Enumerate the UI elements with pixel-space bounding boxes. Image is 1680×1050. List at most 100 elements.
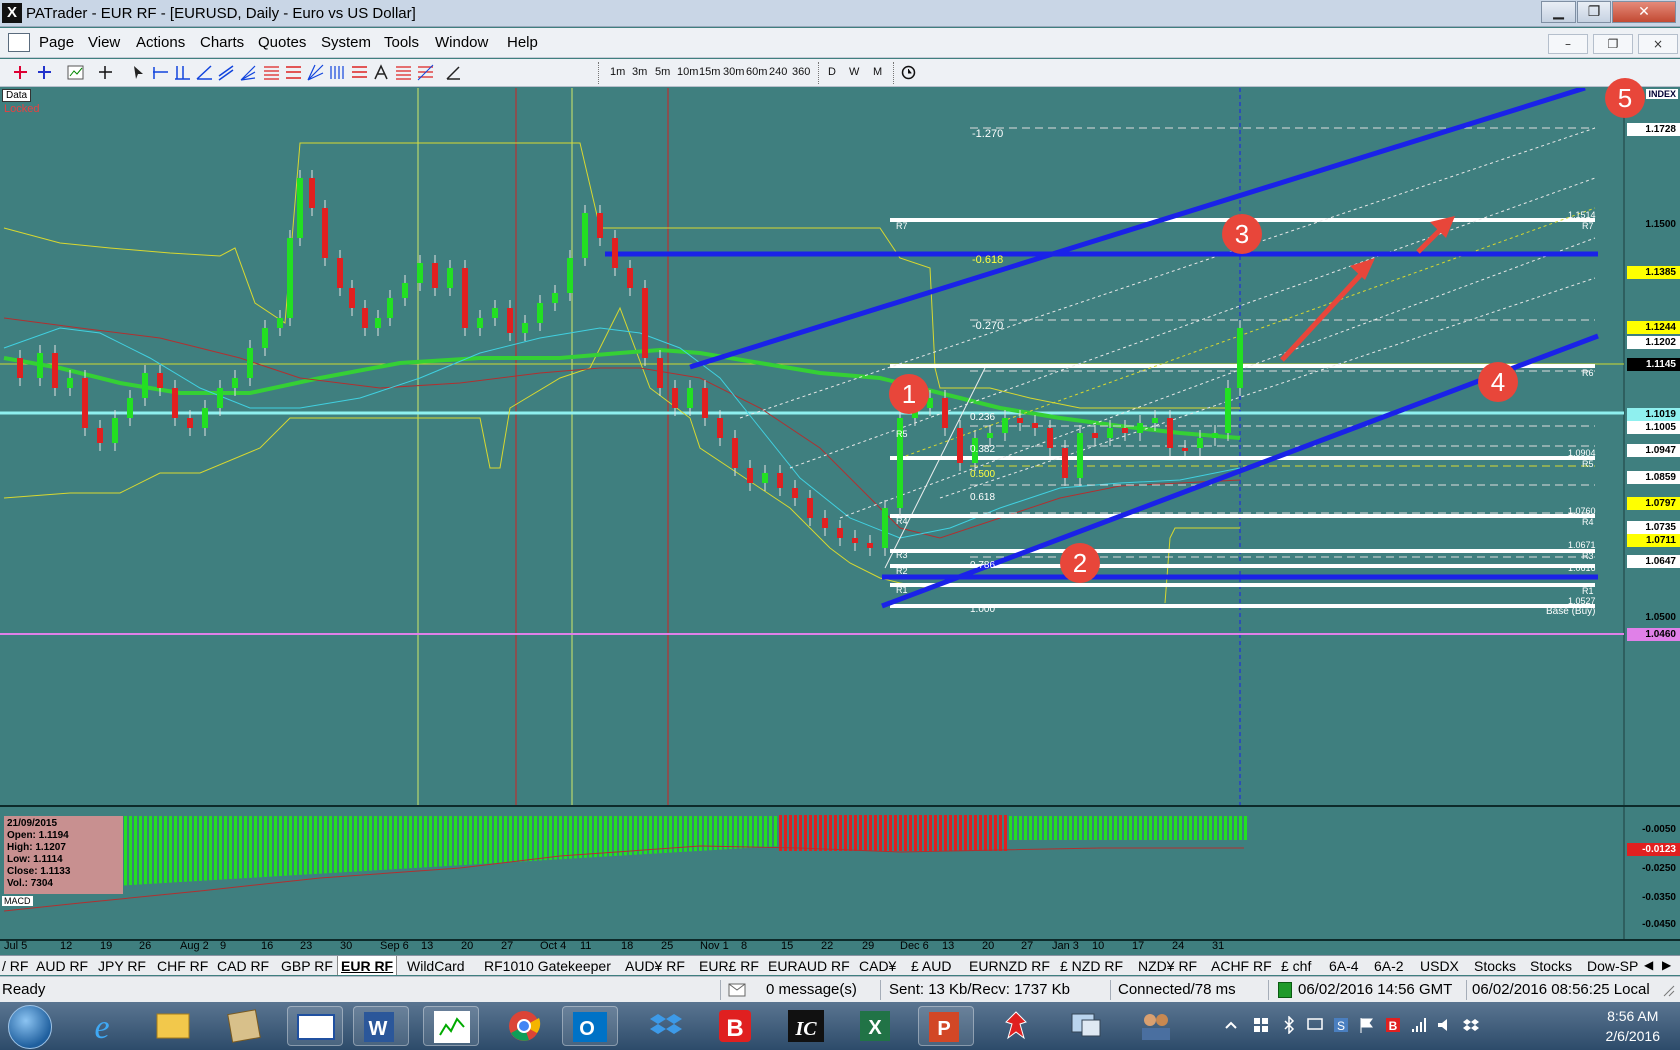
tab-usdx[interactable]: USDX: [1420, 958, 1459, 974]
tab-cad-rf[interactable]: CAD RF: [217, 958, 269, 974]
fib-retracement-icon[interactable]: [285, 64, 302, 81]
mdi-restore-button[interactable]: ❐: [1593, 34, 1633, 54]
flag-icon[interactable]: [1358, 1016, 1376, 1034]
tab-wildcard[interactable]: WildCard: [407, 958, 465, 974]
users-app-icon[interactable]: [1128, 1006, 1184, 1046]
timeframe-60m[interactable]: 60m: [746, 66, 767, 78]
pencil-icon[interactable]: [445, 64, 462, 81]
file-explorer-icon[interactable]: [145, 1006, 201, 1046]
tab-6a-2[interactable]: 6A-2: [1374, 958, 1404, 974]
mdi-close-button[interactable]: ×: [1638, 34, 1678, 54]
tab-jpy-rf[interactable]: JPY RF: [98, 958, 146, 974]
start-button[interactable]: [8, 1005, 52, 1049]
network-signal-icon[interactable]: [1410, 1016, 1428, 1034]
bluetooth-icon[interactable]: [1280, 1016, 1298, 1034]
menu-quotes[interactable]: Quotes: [258, 34, 306, 51]
tab-gbpaud[interactable]: £ AUD: [911, 958, 951, 974]
tab-chf-rf[interactable]: CHF RF: [157, 958, 208, 974]
patrader-taskbar-icon[interactable]: [423, 1006, 479, 1046]
close-button[interactable]: ✕: [1612, 1, 1676, 23]
calendar-app-icon[interactable]: [216, 1006, 272, 1046]
trendline-icon[interactable]: [196, 64, 213, 81]
tabs-scroll-left-icon[interactable]: ◀: [1644, 958, 1653, 972]
minimize-button[interactable]: ▁: [1541, 1, 1576, 23]
chrome-icon[interactable]: [496, 1006, 552, 1046]
tab-dow-sp[interactable]: Dow-SP: [1587, 958, 1638, 974]
menu-window[interactable]: Window: [435, 34, 488, 51]
pointer-icon[interactable]: [130, 64, 147, 81]
outlook-icon[interactable]: O: [562, 1006, 618, 1046]
chart-type-icon[interactable]: [67, 64, 84, 81]
menu-page[interactable]: Page: [39, 34, 74, 51]
timeframe-5m[interactable]: 5m: [655, 66, 670, 78]
tab-nzdjpy-rf[interactable]: NZD¥ RF: [1138, 958, 1197, 974]
levels-icon[interactable]: [395, 64, 412, 81]
menu-help[interactable]: Help: [507, 34, 538, 51]
tab-euraud-rf[interactable]: EURAUD RF: [768, 958, 850, 974]
text-tool-icon[interactable]: [373, 64, 390, 81]
speed-lines-icon[interactable]: [417, 64, 434, 81]
tab-rf1010-gatekeeper[interactable]: RF1010 Gatekeeper: [484, 958, 611, 974]
windows-tray-icon[interactable]: [1252, 1016, 1270, 1034]
status-messages[interactable]: 0 message(s): [766, 981, 857, 998]
cycle-lines-icon[interactable]: [329, 64, 346, 81]
fan-icon[interactable]: [240, 64, 257, 81]
clock-icon[interactable]: [900, 64, 917, 81]
tab-stocks[interactable]: Stocks: [1474, 958, 1516, 974]
b-app-icon[interactable]: B: [707, 1006, 763, 1046]
horizontal-line-icon[interactable]: [152, 64, 169, 81]
timeframe-30m[interactable]: 30m: [723, 66, 744, 78]
dropbox-icon[interactable]: [638, 1006, 694, 1046]
tab-cadjpy[interactable]: CAD¥: [859, 958, 896, 974]
vertical-line-icon[interactable]: [174, 64, 191, 81]
period-daily[interactable]: D: [828, 66, 836, 78]
tab-aud-rf[interactable]: AUD RF: [36, 958, 88, 974]
tab-eurnzd-rf[interactable]: EURNZD RF: [969, 958, 1050, 974]
crosshair-icon[interactable]: [36, 64, 53, 81]
timeframe-1m[interactable]: 1m: [610, 66, 625, 78]
menu-charts[interactable]: Charts: [200, 34, 244, 51]
price-chart[interactable]: Data Locked INDEX 1.1728 1.1500 1.1385 1…: [0, 78, 1680, 954]
eagle-app-icon[interactable]: [988, 1006, 1044, 1046]
plus-icon[interactable]: [97, 64, 114, 81]
taskbar-clock[interactable]: 8:56 AM 2/6/2016: [1606, 1006, 1661, 1046]
tab-gbpnzd-rf[interactable]: £ NZD RF: [1060, 958, 1123, 974]
timeframe-15m[interactable]: 15m: [699, 66, 720, 78]
period-monthly[interactable]: M: [873, 66, 882, 78]
tab-eurgbp-rf[interactable]: EUR£ RF: [699, 958, 759, 974]
message-icon[interactable]: [728, 983, 746, 997]
tab-gbp-rf[interactable]: GBP RF: [281, 958, 333, 974]
mdi-minimize-button[interactable]: –: [1548, 34, 1588, 54]
blank-window-icon[interactable]: [287, 1006, 343, 1046]
ic-app-icon[interactable]: IC: [778, 1006, 834, 1046]
menu-actions[interactable]: Actions: [136, 34, 185, 51]
tab-6a-4[interactable]: 6A-4: [1329, 958, 1359, 974]
volume-icon[interactable]: [1436, 1016, 1454, 1034]
tabs-scroll-right-icon[interactable]: ▶: [1662, 958, 1671, 972]
chart-window-icon[interactable]: [8, 33, 30, 52]
timeframe-240[interactable]: 240: [769, 66, 787, 78]
powerpoint-icon[interactable]: P: [918, 1006, 974, 1046]
pivot-lines-icon[interactable]: [351, 64, 368, 81]
b-tray-icon[interactable]: B: [1384, 1016, 1402, 1034]
dropbox-tray-icon[interactable]: [1462, 1016, 1480, 1034]
sync-icon[interactable]: S: [1332, 1016, 1350, 1034]
fibonacci-icon[interactable]: [263, 64, 280, 81]
gann-fan-icon[interactable]: [307, 64, 324, 81]
network-app-icon[interactable]: [1058, 1006, 1114, 1046]
restore-button[interactable]: ❐: [1577, 1, 1611, 23]
internet-explorer-icon[interactable]: e: [74, 1006, 130, 1046]
timeframe-3m[interactable]: 3m: [632, 66, 647, 78]
display-icon[interactable]: [1306, 1016, 1324, 1034]
show-hidden-icons-icon[interactable]: [1222, 1016, 1240, 1034]
excel-icon[interactable]: X: [848, 1006, 904, 1046]
word-icon[interactable]: W: [353, 1006, 409, 1046]
period-weekly[interactable]: W: [849, 66, 859, 78]
menu-view[interactable]: View: [88, 34, 120, 51]
cursor-cross-icon[interactable]: [12, 64, 29, 81]
tab-achf-rf[interactable]: ACHF RF: [1211, 958, 1272, 974]
tab-partial-rf[interactable]: / RF: [2, 958, 28, 974]
timeframe-360[interactable]: 360: [792, 66, 810, 78]
tab-eur-rf[interactable]: EUR RF: [337, 956, 398, 975]
chart-canvas[interactable]: [0, 88, 1680, 954]
